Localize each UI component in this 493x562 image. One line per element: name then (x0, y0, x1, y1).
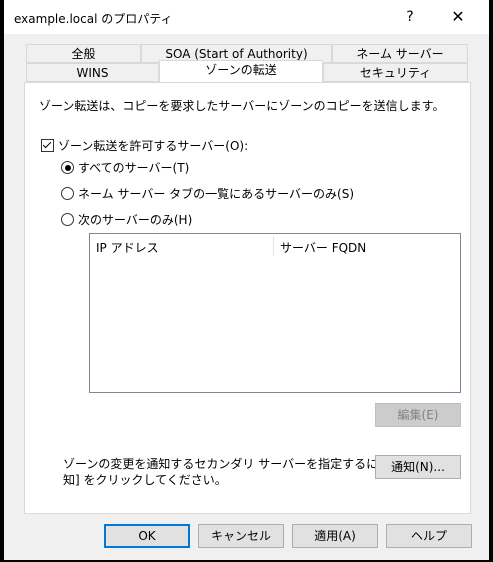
description-text: ゾーン転送は、コピーを要求したサーバーにゾーンのコピーを送信します。 (39, 99, 445, 113)
tab-zone-transfers[interactable]: ゾーンの転送 (159, 60, 323, 82)
radio-name-servers-only-label[interactable]: ネーム サーバー タブの一覧にあるサーバーのみ(S) (78, 185, 354, 202)
help-icon[interactable]: ? (400, 6, 420, 28)
notify-text-line1: ゾーンの変更を通知するセカンダリ サーバーを指定するには、[通 (63, 457, 419, 471)
allow-transfers-checkbox[interactable] (41, 139, 54, 152)
tab-name-servers[interactable]: ネーム サーバー (332, 44, 468, 63)
properties-dialog: example.local のプロパティ ? ✕ 全般 SOA (Start o… (4, 0, 489, 560)
column-ip-address[interactable]: IP アドレス (96, 239, 159, 256)
list-header: IP アドレス サーバー FQDN (90, 234, 460, 256)
notify-button[interactable]: 通知(N)... (375, 455, 461, 479)
tab-wins[interactable]: WINS (26, 63, 159, 82)
zone-transfer-panel: ゾーン転送は、コピーを要求したサーバーにゾーンのコピーを送信します。 ゾーン転送… (24, 82, 471, 514)
radio-all-servers-label[interactable]: すべてのサーバー(T) (78, 159, 189, 176)
notify-text-line2: 知] をクリックしてください。 (63, 473, 227, 487)
column-separator[interactable] (273, 236, 274, 256)
apply-button[interactable]: 適用(A) (292, 524, 378, 548)
title-bar: example.local のプロパティ ? ✕ (4, 0, 489, 34)
close-icon[interactable]: ✕ (446, 6, 470, 28)
cancel-button[interactable]: キャンセル (198, 524, 284, 548)
server-list[interactable]: IP アドレス サーバー FQDN (89, 233, 461, 393)
allow-transfers-label[interactable]: ゾーン転送を許可するサーバー(O): (58, 137, 248, 154)
radio-all-servers[interactable] (61, 161, 74, 174)
radio-following-servers[interactable] (61, 213, 74, 226)
column-server-fqdn[interactable]: サーバー FQDN (280, 239, 366, 256)
tab-security[interactable]: セキュリティ (323, 63, 468, 82)
radio-name-servers-only[interactable] (61, 187, 74, 200)
edit-button[interactable]: 編集(E) (375, 403, 461, 427)
help-button[interactable]: ヘルプ (386, 524, 472, 548)
ok-button[interactable]: OK (104, 524, 190, 548)
tab-general[interactable]: 全般 (26, 44, 141, 63)
window-title: example.local のプロパティ (14, 12, 173, 26)
radio-following-servers-label[interactable]: 次のサーバーのみ(H) (78, 211, 192, 228)
